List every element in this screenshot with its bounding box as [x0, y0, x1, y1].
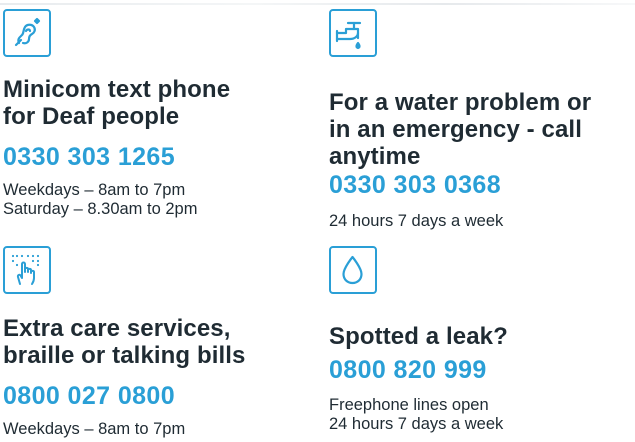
hearing-ear-icon [3, 9, 51, 57]
hours-line: 24 hours 7 days a week [329, 415, 504, 433]
hours-line: Weekdays – 8am to 7pm [3, 420, 186, 438]
phone-number-link[interactable]: 0800 027 0800 [3, 382, 175, 410]
contact-card-extra-care: Extra care services, braille or talking … [3, 246, 308, 442]
heading-line: braille or talking bills [3, 342, 246, 369]
opening-hours: Weekdays – 8am to 7pm [3, 420, 185, 439]
hours-line: Freephone lines open [329, 396, 489, 414]
water-tap-icon [329, 9, 377, 57]
opening-hours: Freephone lines open 24 hours 7 days a w… [329, 396, 503, 434]
heading-line: in an emergency - call [329, 116, 582, 143]
contact-card-minicom: Minicom text phone for Deaf people 0330 … [3, 9, 308, 224]
contact-card-water-emergency: For a water problem or in an emergency -… [329, 9, 634, 230]
contact-card-leak: Spotted a leak? 0800 820 999 Freephone l… [329, 246, 634, 442]
phone-number-link[interactable]: 0330 303 1265 [3, 143, 175, 171]
braille-hand-icon [3, 246, 51, 294]
card-heading: Spotted a leak? [329, 323, 508, 350]
opening-hours: Weekdays – 8am to 7pm Saturday – 8.30am … [3, 181, 197, 219]
heading-line: Minicom text phone [3, 76, 231, 103]
opening-hours: 24 hours 7 days a week [329, 212, 503, 231]
hours-line: Saturday – 8.30am to 2pm [3, 200, 198, 218]
heading-line: for Deaf people [3, 103, 180, 130]
phone-number-link[interactable]: 0330 303 0368 [329, 171, 501, 199]
hours-line: Weekdays – 8am to 7pm [3, 181, 186, 199]
water-drop-icon [329, 246, 377, 294]
card-heading: Minicom text phone for Deaf people [3, 76, 230, 130]
heading-line: Extra care services, [3, 315, 231, 342]
top-divider [0, 3, 635, 5]
card-heading: For a water problem or in an emergency -… [329, 89, 591, 170]
card-heading: Extra care services, braille or talking … [3, 315, 245, 369]
heading-line: For a water problem or [329, 89, 592, 116]
heading-line: Spotted a leak? [329, 323, 508, 350]
heading-line: anytime [329, 143, 421, 170]
hours-line: 24 hours 7 days a week [329, 212, 504, 230]
phone-number-link[interactable]: 0800 820 999 [329, 356, 487, 384]
